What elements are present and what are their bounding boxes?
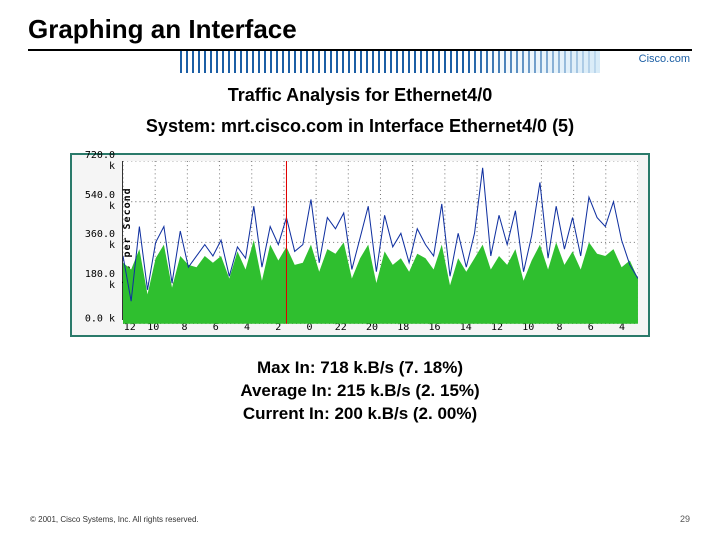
system-line: System: mrt.cisco.com in Interface Ether… (0, 116, 720, 137)
brand-bar: Cisco.com (0, 51, 720, 79)
page-title: Graphing an Interface (0, 0, 720, 49)
y-ticks: 720.0 k540.0 k360.0 k180.0 k0.0 k (75, 161, 119, 319)
stripe-graphic (180, 51, 600, 73)
page-number: 29 (680, 514, 690, 524)
stat-average: Average In: 215 k.B/s (2. 15%) (0, 380, 720, 403)
footer: © 2001, Cisco Systems, Inc. All rights r… (30, 515, 690, 524)
traffic-chart: Bits per Second 720.0 k540.0 k360.0 k180… (122, 161, 638, 320)
stat-current: Current In: 200 k.B/s (2. 00%) (0, 403, 720, 426)
chart-frame: Bits per Second 720.0 k540.0 k360.0 k180… (70, 153, 650, 337)
plot-svg (123, 161, 638, 324)
stat-max: Max In: 718 k.B/s (7. 18%) (0, 357, 720, 380)
chart-subtitle: Traffic Analysis for Ethernet4/0 (0, 85, 720, 106)
brand-label: Cisco.com (639, 53, 690, 65)
stats-block: Max In: 718 k.B/s (7. 18%) Average In: 2… (0, 357, 720, 426)
copyright: © 2001, Cisco Systems, Inc. All rights r… (30, 515, 199, 524)
